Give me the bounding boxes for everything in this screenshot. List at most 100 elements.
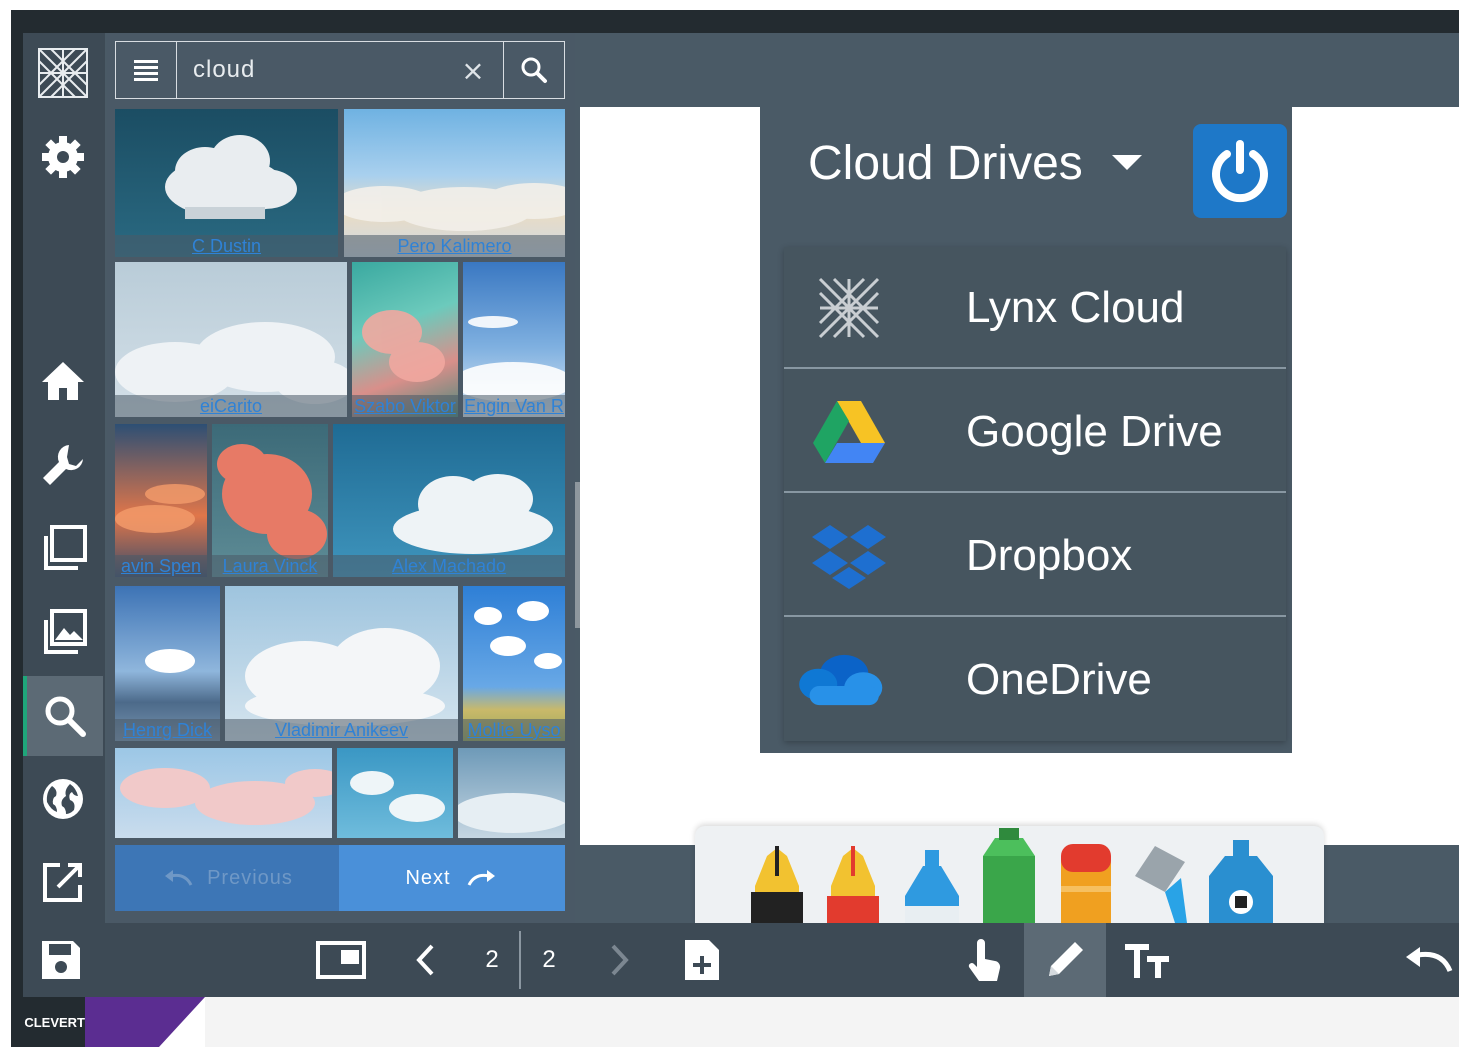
wrench-icon[interactable] bbox=[23, 425, 103, 505]
cloud-drives-title[interactable]: Cloud Drives bbox=[808, 136, 1083, 191]
photo-credit-link[interactable]: Alex Machado bbox=[333, 555, 565, 577]
gear-icon[interactable] bbox=[23, 117, 103, 197]
pencil-icon bbox=[1049, 942, 1083, 976]
undo-button[interactable] bbox=[1396, 923, 1459, 997]
chevron-left-icon bbox=[416, 944, 434, 976]
result-thumbnail[interactable] bbox=[458, 748, 565, 838]
result-thumbnail[interactable]: C Dustin bbox=[115, 109, 338, 257]
undo-icon bbox=[1405, 947, 1452, 973]
pointer-hand-icon bbox=[968, 939, 1001, 981]
next-button[interactable]: Next bbox=[339, 845, 565, 911]
lynx-logo-icon[interactable] bbox=[23, 33, 103, 113]
result-thumbnail[interactable]: avin Spen bbox=[115, 424, 207, 577]
text-size-icon bbox=[1125, 944, 1169, 978]
power-icon bbox=[1212, 140, 1268, 203]
search-button[interactable] bbox=[503, 42, 564, 98]
chevron-right-icon bbox=[611, 944, 629, 976]
gallery-icon[interactable] bbox=[23, 593, 103, 673]
photo-credit-link[interactable]: Engin Van R bbox=[463, 395, 565, 417]
footer-strip bbox=[205, 997, 1459, 1047]
photo-credit-link[interactable]: avin Spen bbox=[115, 555, 207, 577]
photo-credit-link[interactable]: Vladimir Anikeev bbox=[225, 719, 458, 741]
pen-tool-button[interactable] bbox=[1024, 923, 1106, 997]
redo-arrow-icon bbox=[467, 870, 495, 886]
drive-label: Lynx Cloud bbox=[966, 283, 1185, 332]
layout-icon bbox=[316, 941, 366, 979]
photo-credit-link[interactable]: C Dustin bbox=[115, 235, 338, 257]
chevron-down-icon[interactable] bbox=[1112, 155, 1142, 170]
total-page-number: 2 bbox=[527, 923, 571, 997]
photo-credit-link[interactable]: eiCarito bbox=[115, 395, 347, 417]
orange-paint-icon bbox=[1061, 844, 1111, 923]
drive-item-dropbox[interactable]: Dropbox bbox=[784, 495, 1286, 617]
save-button[interactable] bbox=[23, 923, 99, 997]
onedrive-icon bbox=[794, 639, 884, 721]
previous-label: Previous bbox=[207, 866, 293, 889]
results-pager: Previous Next bbox=[115, 845, 565, 911]
search-bar: cloud × bbox=[115, 41, 565, 99]
eraser-icon bbox=[1209, 840, 1273, 923]
brand-text: CLEVERT bbox=[24, 1014, 85, 1030]
result-thumbnail[interactable]: eiCarito bbox=[115, 262, 347, 417]
result-thumbnail[interactable]: Szabo Viktor bbox=[352, 262, 458, 417]
current-page-number[interactable]: 2 bbox=[470, 923, 514, 997]
result-thumbnail[interactable]: Vladimir Anikeev bbox=[225, 586, 458, 741]
search-input[interactable]: cloud bbox=[177, 42, 443, 98]
drive-item-onedrive[interactable]: OneDrive bbox=[784, 619, 1286, 741]
result-thumbnail[interactable]: Engin Van R bbox=[463, 262, 565, 417]
previous-page-button[interactable] bbox=[400, 923, 450, 997]
next-page-button[interactable] bbox=[595, 923, 645, 997]
blue-marker-icon bbox=[905, 850, 959, 923]
drive-label: Google Drive bbox=[966, 407, 1223, 456]
photo-credit-link[interactable]: Laura Vinck bbox=[212, 555, 328, 577]
pen-tray bbox=[695, 826, 1324, 923]
touch-select-button[interactable] bbox=[950, 923, 1020, 997]
result-thumbnail[interactable]: Alex Machado bbox=[333, 424, 565, 577]
menu-button[interactable] bbox=[116, 42, 177, 98]
lynx-logo-icon bbox=[804, 267, 894, 349]
drive-label: OneDrive bbox=[966, 655, 1152, 704]
clear-search-button[interactable]: × bbox=[443, 42, 503, 98]
result-thumbnail[interactable] bbox=[337, 748, 453, 838]
home-icon[interactable] bbox=[23, 341, 103, 421]
add-page-icon bbox=[685, 940, 719, 980]
text-tool-button[interactable] bbox=[1112, 923, 1182, 997]
green-marker-icon bbox=[983, 828, 1035, 923]
search-icon bbox=[521, 57, 547, 83]
save-icon bbox=[42, 941, 80, 979]
dropbox-icon bbox=[804, 515, 894, 597]
drive-item-lynx-cloud[interactable]: Lynx Cloud bbox=[784, 247, 1286, 369]
total-pages-label: 2 bbox=[542, 946, 556, 973]
brand-logo: CLEVERT bbox=[11, 997, 85, 1047]
left-sidebar bbox=[23, 33, 105, 923]
photo-credit-link[interactable]: Szabo Viktor bbox=[352, 395, 458, 417]
add-page-button[interactable] bbox=[672, 923, 732, 997]
previous-button[interactable]: Previous bbox=[115, 845, 339, 911]
undo-arrow-icon bbox=[165, 870, 193, 886]
bottom-toolbar bbox=[23, 923, 1459, 997]
power-button[interactable] bbox=[1193, 124, 1287, 218]
red-highlighter-icon bbox=[827, 846, 879, 923]
result-thumbnail[interactable]: Laura Vinck bbox=[212, 424, 328, 577]
photo-credit-link[interactable]: Henrg Dick bbox=[115, 719, 220, 741]
globe-icon[interactable] bbox=[23, 759, 103, 839]
drive-label: Dropbox bbox=[966, 531, 1133, 580]
current-page-label: 2 bbox=[485, 946, 499, 973]
search-tool-icon[interactable] bbox=[23, 676, 103, 756]
result-thumbnail[interactable]: Henrg Dick bbox=[115, 586, 220, 741]
result-thumbnail[interactable]: Pero Kalimero bbox=[344, 109, 565, 257]
result-thumbnail[interactable]: Mollie Uyso bbox=[463, 586, 565, 741]
external-link-icon[interactable] bbox=[23, 842, 103, 922]
pages-icon[interactable] bbox=[23, 509, 103, 589]
brand-accent-shape bbox=[85, 997, 205, 1047]
screen-layout-button[interactable] bbox=[306, 923, 376, 997]
result-thumbnail[interactable] bbox=[115, 748, 332, 838]
photo-credit-link[interactable]: Mollie Uyso bbox=[463, 719, 565, 741]
paint-bucket-icon bbox=[1135, 846, 1187, 923]
page-divider bbox=[519, 923, 521, 997]
google-drive-icon bbox=[804, 391, 894, 473]
cloud-drives-list: Lynx Cloud Google Drive Dropbox OneDrive bbox=[784, 247, 1286, 741]
photo-credit-link[interactable]: Pero Kalimero bbox=[344, 235, 565, 257]
drive-item-google-drive[interactable]: Google Drive bbox=[784, 371, 1286, 493]
yellow-highlighter-icon bbox=[751, 846, 803, 923]
